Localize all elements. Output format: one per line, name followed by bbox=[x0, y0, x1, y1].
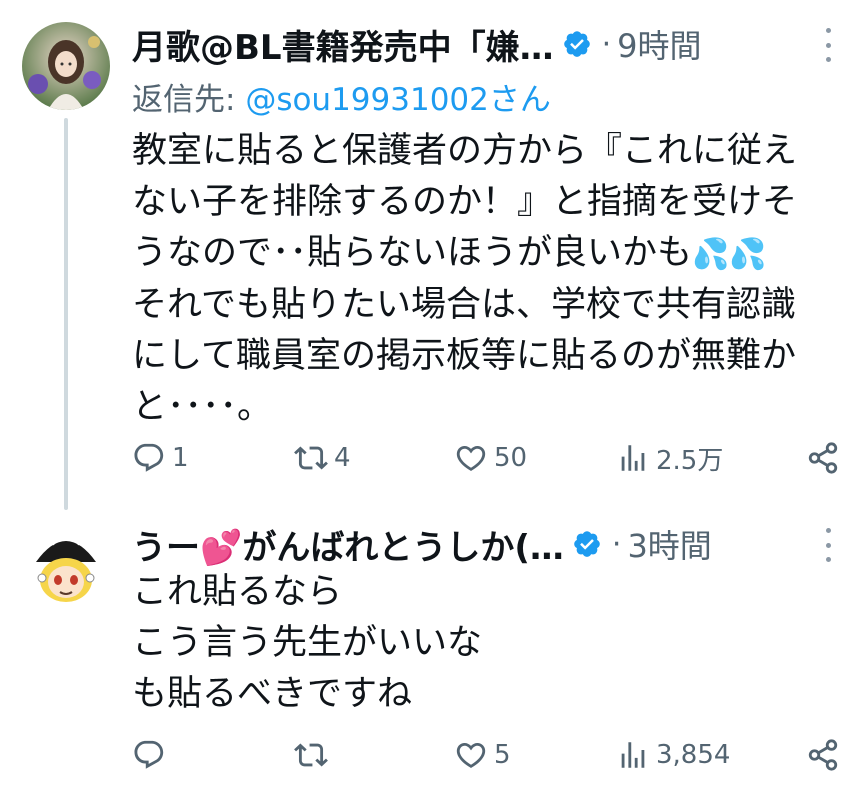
tweet[interactable]: 月歌@BL書籍発売中「嫌… · 9時間 返信先: @sou19931002さん … bbox=[0, 0, 864, 510]
separator-dot: · bbox=[611, 526, 622, 562]
like-button[interactable]: 5 bbox=[454, 738, 511, 772]
tweet-text: これ貼るなら こう言う先生がいいな も貼るべきですね bbox=[132, 567, 824, 720]
reply-icon bbox=[134, 740, 164, 769]
share-button[interactable] bbox=[806, 738, 840, 772]
tweet-text-line: これ貼るなら bbox=[132, 572, 343, 612]
separator-dot: · bbox=[601, 26, 612, 62]
timestamp[interactable]: 9時間 bbox=[617, 21, 701, 67]
reply-button[interactable]: 1 bbox=[132, 441, 189, 475]
tweet-text-line: こう言う先生がいいな bbox=[132, 623, 483, 663]
retweet-button[interactable] bbox=[294, 738, 334, 772]
retweet-icon bbox=[294, 743, 328, 767]
reply-to-handle[interactable]: @sou19931002さん bbox=[245, 82, 551, 118]
tweet-text-line: ない子を排除するのか！』と指摘を受けそ bbox=[132, 182, 798, 222]
share-icon bbox=[808, 442, 838, 474]
thread-line bbox=[64, 118, 68, 510]
retweet-icon bbox=[294, 446, 328, 470]
views-count: 2.5万 bbox=[656, 445, 724, 476]
action-bar: 5 3,854 bbox=[132, 733, 840, 777]
tweet-header: 月歌@BL書籍発売中「嫌… · 9時間 bbox=[132, 20, 804, 68]
views-icon bbox=[621, 742, 645, 768]
tweet-text-line: と････。 bbox=[132, 387, 273, 427]
share-icon bbox=[808, 739, 838, 771]
tweet-text: 教室に貼ると保護者の方から『これに従え ない子を排除するのか！』と指摘を受けそ … bbox=[132, 126, 824, 433]
avatar[interactable] bbox=[22, 22, 110, 110]
views-count: 3,854 bbox=[656, 740, 731, 770]
sweat-emoji: 💦💦 bbox=[692, 237, 767, 272]
like-icon bbox=[456, 445, 486, 471]
tweet-text-line: 教室に貼ると保護者の方から『これに従え bbox=[132, 131, 798, 171]
like-count: 5 bbox=[494, 740, 511, 770]
avatar[interactable] bbox=[22, 522, 110, 610]
verified-badge-icon bbox=[572, 529, 602, 559]
views-icon bbox=[621, 445, 645, 471]
tweet-text-line: うなので･･貼らないほうが良いかも💦💦 bbox=[132, 233, 767, 273]
tweet-text-line: それでも貼りたい場合は、学校で共有認識 bbox=[132, 285, 796, 325]
reply-count: 1 bbox=[172, 443, 189, 473]
retweet-count: 4 bbox=[334, 443, 351, 473]
reply-to-label: 返信先: bbox=[132, 82, 246, 118]
reply-button[interactable] bbox=[132, 738, 172, 772]
share-button[interactable] bbox=[806, 441, 840, 475]
views-button[interactable]: 2.5万 bbox=[616, 440, 723, 477]
tweet-text-line: も貼るべきですね bbox=[132, 674, 413, 714]
like-button[interactable]: 50 bbox=[454, 441, 527, 475]
timestamp[interactable]: 3時間 bbox=[627, 521, 711, 567]
tweet-header: うー💕がんばれとうしか(… · 3時間 bbox=[132, 520, 804, 568]
heart-emoji: 💕 bbox=[200, 527, 243, 568]
more-icon[interactable] bbox=[816, 28, 840, 62]
reply-to: 返信先: @sou19931002さん bbox=[132, 74, 551, 119]
reply-icon bbox=[134, 443, 164, 472]
display-name[interactable]: 月歌@BL書籍発売中「嫌… bbox=[132, 20, 554, 69]
more-icon[interactable] bbox=[816, 528, 840, 562]
like-count: 50 bbox=[494, 443, 528, 473]
display-name[interactable]: うー💕がんばれとうしか(… bbox=[132, 520, 564, 569]
retweet-button[interactable]: 4 bbox=[294, 441, 351, 475]
tweet[interactable]: うー💕がんばれとうしか(… · 3時間 これ貼るなら こう言う先生がいいな も貼… bbox=[0, 500, 864, 796]
views-button[interactable]: 3,854 bbox=[616, 738, 730, 772]
like-icon bbox=[456, 742, 486, 768]
action-bar: 1 4 50 2.5万 bbox=[132, 436, 840, 480]
tweet-text-line: にして職員室の掲示板等に貼るのが無難か bbox=[132, 336, 796, 376]
verified-badge-icon bbox=[562, 29, 592, 59]
